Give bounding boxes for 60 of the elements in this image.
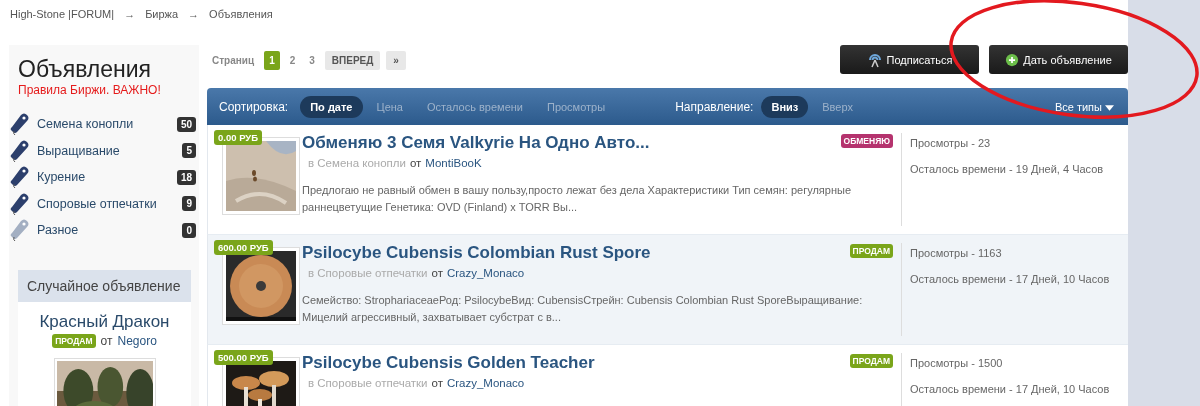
listing-title-link[interactable]: Psilocybe Cubensis Colombian Rust Spore	[302, 243, 651, 263]
by-label: от	[431, 377, 443, 389]
category-link[interactable]: Выращивание	[37, 143, 183, 158]
count-badge: 0	[182, 222, 196, 238]
views-count: Просмотры - 1500	[910, 357, 1004, 371]
price-badge: 0.00 РУБ	[214, 130, 263, 145]
author-link[interactable]: Crazy_Monaco	[446, 267, 525, 279]
category-link[interactable]: Разное	[37, 223, 183, 238]
by-label: от	[100, 333, 113, 348]
count-badge: 9	[182, 196, 196, 212]
broadcast-icon	[866, 51, 883, 68]
sort-option[interactable]: По дате	[300, 95, 363, 118]
by-label: от	[409, 157, 422, 169]
time-left: Осталось времени - 19 Дней, 4 Часов	[910, 163, 1105, 177]
listing-tag: ПРОДАМ	[849, 244, 893, 258]
ad-title-link[interactable]: Красный Дракон	[39, 311, 170, 332]
price-badge: 600.00 РУБ	[214, 240, 273, 255]
time-left: Осталось времени - 17 Дней, 10 Часов	[910, 383, 1111, 397]
category-link[interactable]: Курение	[37, 170, 177, 185]
views-count: Просмотры - 23	[910, 137, 992, 151]
next-button[interactable]: ВПЕРЕД	[324, 51, 381, 70]
sell-tag: ПРОДАМ	[52, 333, 96, 348]
price-badge: 500.00 РУБ	[214, 350, 273, 365]
time-left: Осталось времени - 17 Дней, 10 Часов	[910, 273, 1111, 287]
direction-option[interactable]: Вниз	[761, 95, 809, 118]
breadcrumb-separator: →	[188, 8, 200, 22]
category-link[interactable]: Споровые отпечатки	[37, 196, 183, 211]
by-label: от	[431, 267, 443, 279]
count-badge: 50	[176, 116, 196, 132]
random-ad-header: Случайное объявление	[18, 269, 191, 302]
listing-title-link[interactable]: Psilocybe Cubensis Golden Teacher	[302, 353, 595, 373]
author-link[interactable]: MontiBooK	[425, 157, 482, 169]
listing-tag: ОБМЕНЯЮ	[840, 134, 893, 148]
breadcrumb-link[interactable]: Объявления	[209, 8, 273, 30]
last-page-button[interactable]: »	[386, 51, 406, 70]
sidebar-title: Объявления	[18, 55, 153, 83]
caret-icon	[1105, 104, 1114, 111]
breadcrumb-separator: →	[124, 8, 136, 22]
author-link[interactable]: Negoro	[117, 333, 157, 348]
count-badge: 18	[176, 169, 196, 185]
type-filter-dropdown[interactable]: Все типы	[1054, 100, 1114, 113]
plus-icon	[1005, 52, 1020, 67]
count-badge: 5	[182, 143, 196, 159]
page-link[interactable]: 3	[305, 52, 319, 69]
listing-tag: ПРОДАМ	[849, 354, 893, 368]
category-link[interactable]: Семена конопли	[37, 117, 177, 132]
breadcrumb-link[interactable]: High-Stone |FORUM|	[10, 8, 115, 30]
breadcrumb-link[interactable]: Биржа	[145, 8, 179, 30]
pager-label: Страниц	[212, 55, 255, 66]
page-link[interactable]: 2	[285, 52, 300, 69]
sort-label: Сортировка:	[219, 99, 289, 114]
listing-description: Семейство: StrophariaceaeРод: PsilocybeВид: CubensisСтрейн: Cubensis Colombian Rust SporeВыращивание: Мицелий агрессивный, захватывает субстрат с в...	[302, 293, 864, 325]
rules-link[interactable]: Правила Биржи. ВАЖНО!	[18, 83, 199, 97]
listing-description: Предлогаю не равный обмен в вашу пользу,просто лежат без дела Характеристики Тип семян: регулярные раннецветущие Генетика: OVD (Finland) x TORR Вы...	[302, 183, 852, 215]
author-link[interactable]: Crazy_Monaco	[446, 377, 525, 389]
listing-title-link[interactable]: Обменяю 3 Семя Valkyrie На Одно Авто...	[302, 133, 650, 153]
add-listing-button[interactable]: Дать объявление	[989, 45, 1128, 74]
direction-label: Направление:	[675, 99, 754, 114]
subscribe-button[interactable]: Подписаться	[840, 45, 979, 74]
views-count: Просмотры - 1163	[910, 247, 1003, 261]
